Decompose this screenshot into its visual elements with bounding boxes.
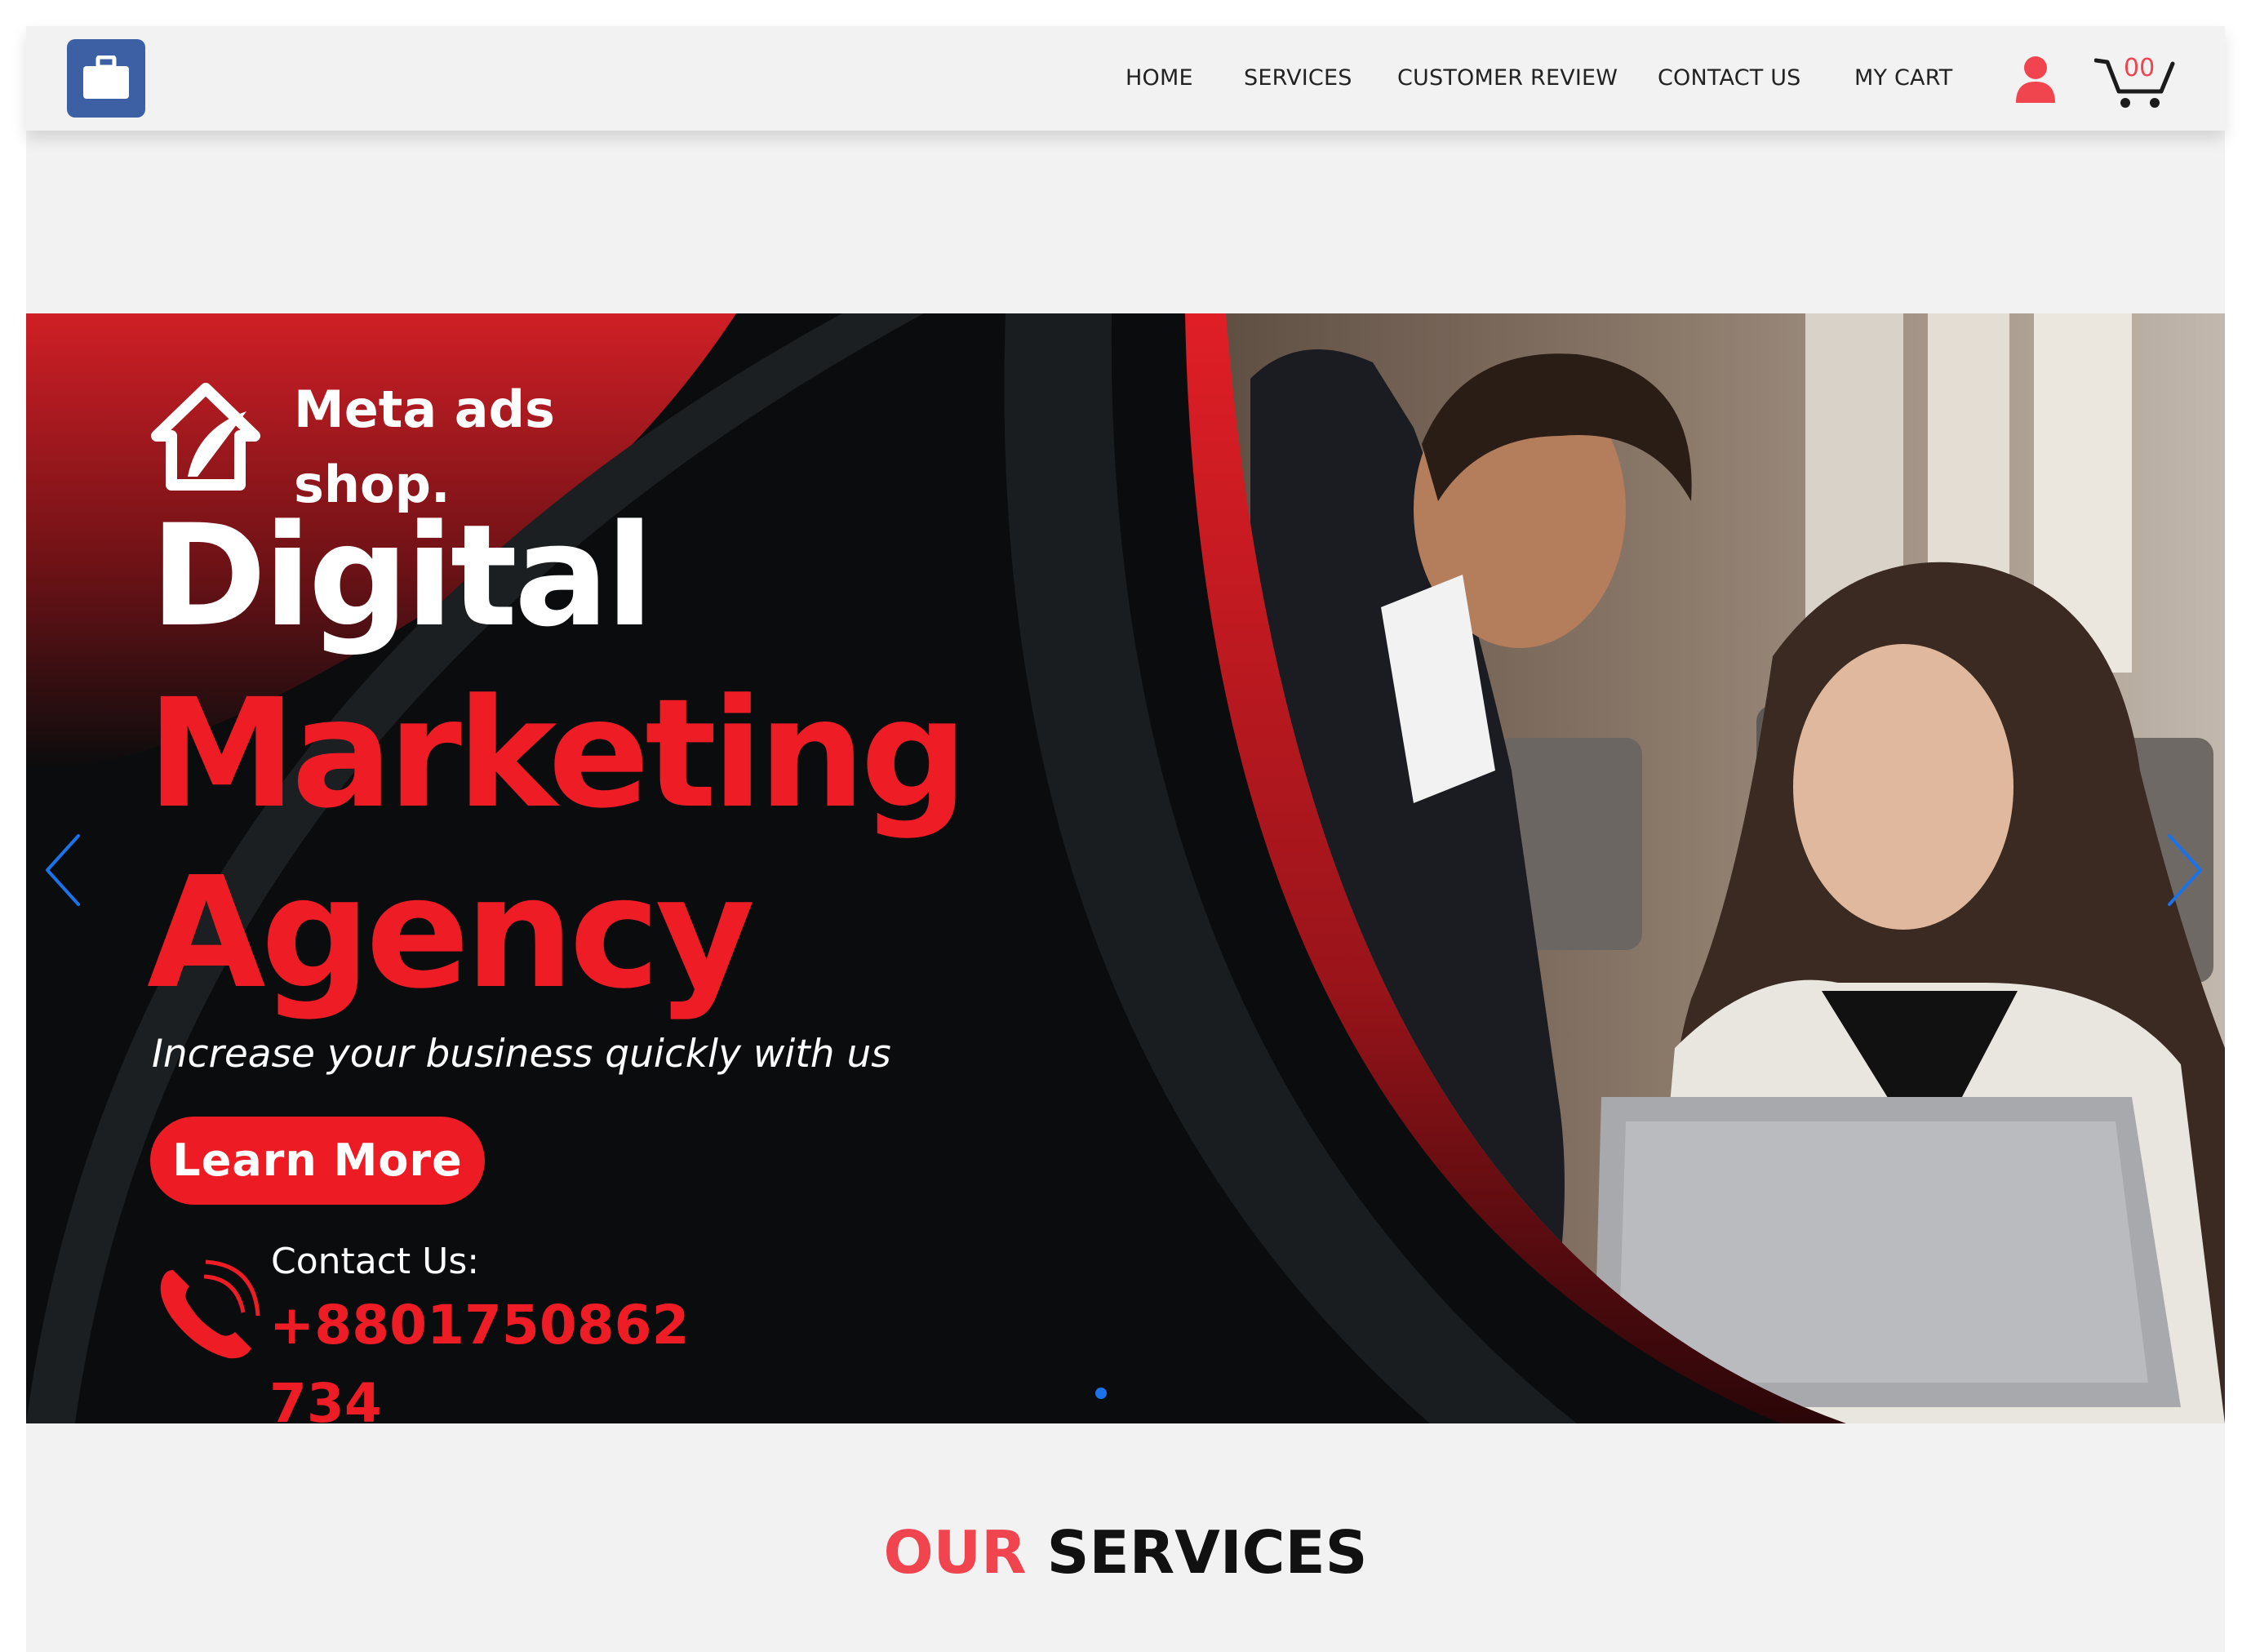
hero-brand-line1: Meta ads: [294, 380, 555, 439]
hero-contact-label: Contact Us:: [271, 1241, 480, 1282]
services-heading-main: SERVICES: [1046, 1518, 1368, 1587]
cart-count-badge: 00: [2124, 54, 2156, 82]
user-icon[interactable]: [2014, 56, 2057, 103]
chevron-right-icon[interactable]: [2160, 829, 2209, 911]
nav-my-cart[interactable]: MY CART: [1854, 26, 1952, 131]
hero-headline-marketing: Marketing: [147, 667, 968, 842]
hero-tagline: Increase your business quickly with us: [152, 1032, 891, 1077]
learn-more-button[interactable]: Learn More: [150, 1117, 485, 1205]
main-nav: HOME SERVICES CUSTOMER REVIEW CONTACT US…: [26, 26, 2225, 131]
hero-contact-phone: +8801750862734: [269, 1294, 690, 1423]
hero-slider: Meta ads shop. Digital Marketing Agency …: [26, 313, 2225, 1423]
nav-contact-us[interactable]: CONTACT US: [1658, 26, 1801, 131]
services-heading: OUR SERVICES: [0, 1518, 2251, 1587]
navbar: HOME SERVICES CUSTOMER REVIEW CONTACT US…: [26, 26, 2225, 131]
hero-headline-digital: Digital: [150, 494, 654, 658]
nav-services[interactable]: SERVICES: [1244, 26, 1352, 131]
nav-home[interactable]: HOME: [1126, 26, 1193, 131]
chevron-left-icon[interactable]: [39, 829, 88, 911]
services-heading-accent: OUR: [883, 1518, 1027, 1587]
nav-customer-review[interactable]: CUSTOMER REVIEW: [1397, 26, 1618, 131]
hero-headline-agency: Agency: [147, 844, 755, 1023]
slider-dot-active[interactable]: [1095, 1388, 1107, 1399]
